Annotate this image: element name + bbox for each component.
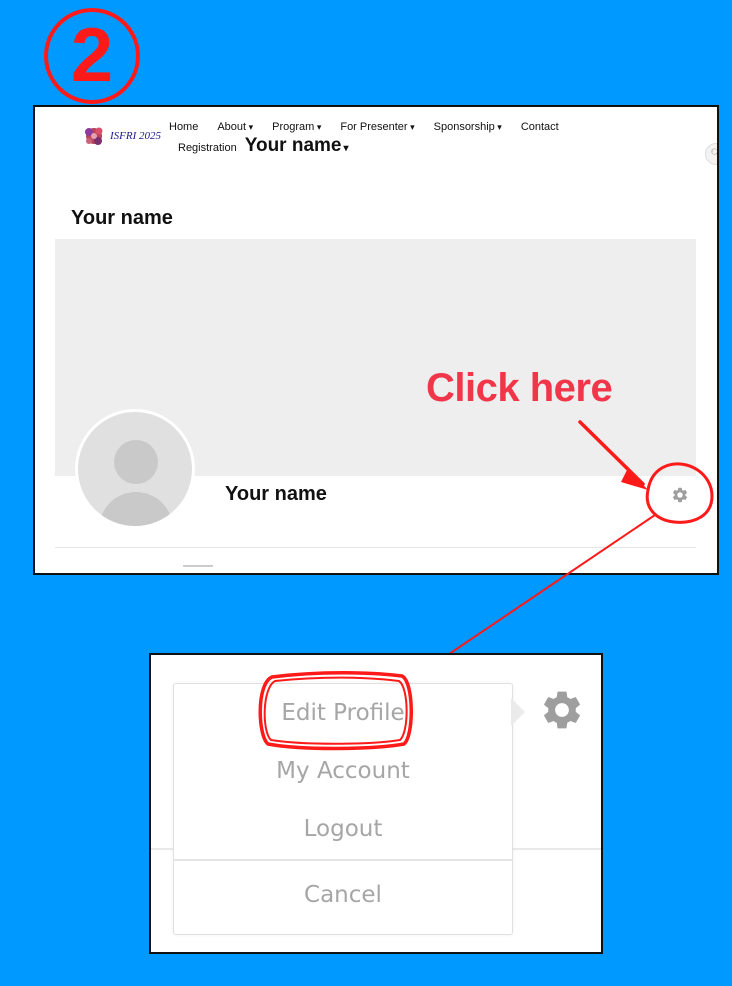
divider xyxy=(55,547,696,548)
avatar-head-placeholder xyxy=(114,440,158,484)
logo-text: ISFRI 2025 xyxy=(110,130,162,142)
gear-menu-screenshot: Edit Profile My Account Logout Cancel xyxy=(149,653,603,954)
menu-item-cancel[interactable]: Cancel xyxy=(174,882,512,908)
site-logo[interactable]: ISFRI 2025 xyxy=(81,123,161,149)
search-icon[interactable]: 🔍︎ xyxy=(705,143,717,165)
molecule-logo-icon xyxy=(85,127,103,145)
menu-caret xyxy=(511,698,525,726)
gear-icon[interactable] xyxy=(671,486,689,504)
avatar[interactable] xyxy=(75,409,195,529)
user-menu[interactable]: Your name xyxy=(245,135,349,157)
nav-about[interactable]: About xyxy=(217,121,253,133)
menu-item-logout[interactable]: Logout xyxy=(174,816,512,842)
truncated-tab-row xyxy=(183,565,213,573)
nav-sponsorship[interactable]: Sponsorship xyxy=(434,121,502,133)
main-nav: Home About Program For Presenter Sponsor… xyxy=(169,121,559,157)
menu-item-my-account[interactable]: My Account xyxy=(174,758,512,784)
nav-program[interactable]: Program xyxy=(272,121,321,133)
menu-separator xyxy=(174,859,512,861)
page-title: Your name xyxy=(71,207,173,229)
avatar-body-placeholder xyxy=(99,492,173,526)
profile-page-screenshot: ISFRI 2025 Home About Program For Presen… xyxy=(33,105,719,575)
gear-dropdown-menu: Edit Profile My Account Logout Cancel xyxy=(173,683,513,935)
gear-icon[interactable] xyxy=(539,687,585,733)
step-number-badge: 2 xyxy=(44,8,140,104)
menu-item-edit-profile[interactable]: Edit Profile xyxy=(174,700,512,726)
nav-home[interactable]: Home xyxy=(169,121,198,133)
nav-contact[interactable]: Contact xyxy=(521,121,559,133)
nav-registration[interactable]: Registration xyxy=(178,142,237,154)
profile-display-name: Your name xyxy=(225,483,327,505)
nav-for-presenter[interactable]: For Presenter xyxy=(340,121,414,133)
click-here-callout: Click here xyxy=(426,366,613,410)
